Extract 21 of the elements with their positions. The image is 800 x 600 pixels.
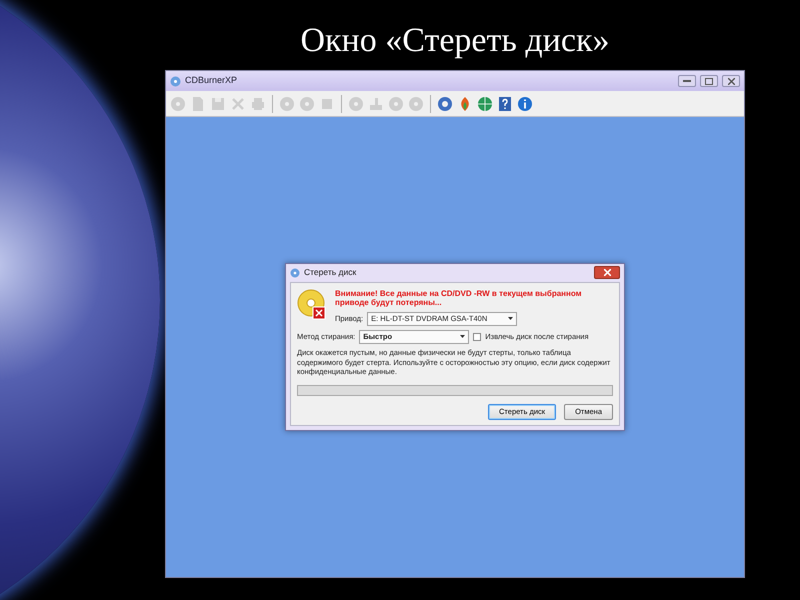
- info-icon[interactable]: [517, 96, 533, 112]
- close-button[interactable]: [594, 266, 620, 280]
- minimize-button[interactable]: [678, 75, 696, 87]
- app-icon: [290, 268, 300, 278]
- close-button[interactable]: [722, 75, 740, 87]
- minimize-icon: [683, 80, 691, 82]
- warning-text: Внимание! Все данные на CD/DVD -RW в текущем выбранном приводе будут потеряны...: [335, 288, 583, 308]
- close-icon: [728, 78, 734, 84]
- close-icon: [604, 269, 610, 276]
- slide-title: Окно «Стереть диск»: [300, 24, 610, 58]
- maximize-button[interactable]: [700, 75, 718, 87]
- globe-icon[interactable]: [477, 96, 493, 112]
- caret-icon: [460, 335, 466, 338]
- help-icon[interactable]: [497, 96, 513, 112]
- app-icon: [170, 76, 181, 86]
- window-title: CDBurnerXP: [185, 74, 238, 88]
- eject-checkbox[interactable]: [473, 332, 482, 341]
- maximize-icon: [705, 78, 713, 84]
- caret-icon: [508, 317, 514, 320]
- gear-icon[interactable]: [437, 96, 453, 112]
- dialog-title: Стереть диск: [304, 266, 356, 280]
